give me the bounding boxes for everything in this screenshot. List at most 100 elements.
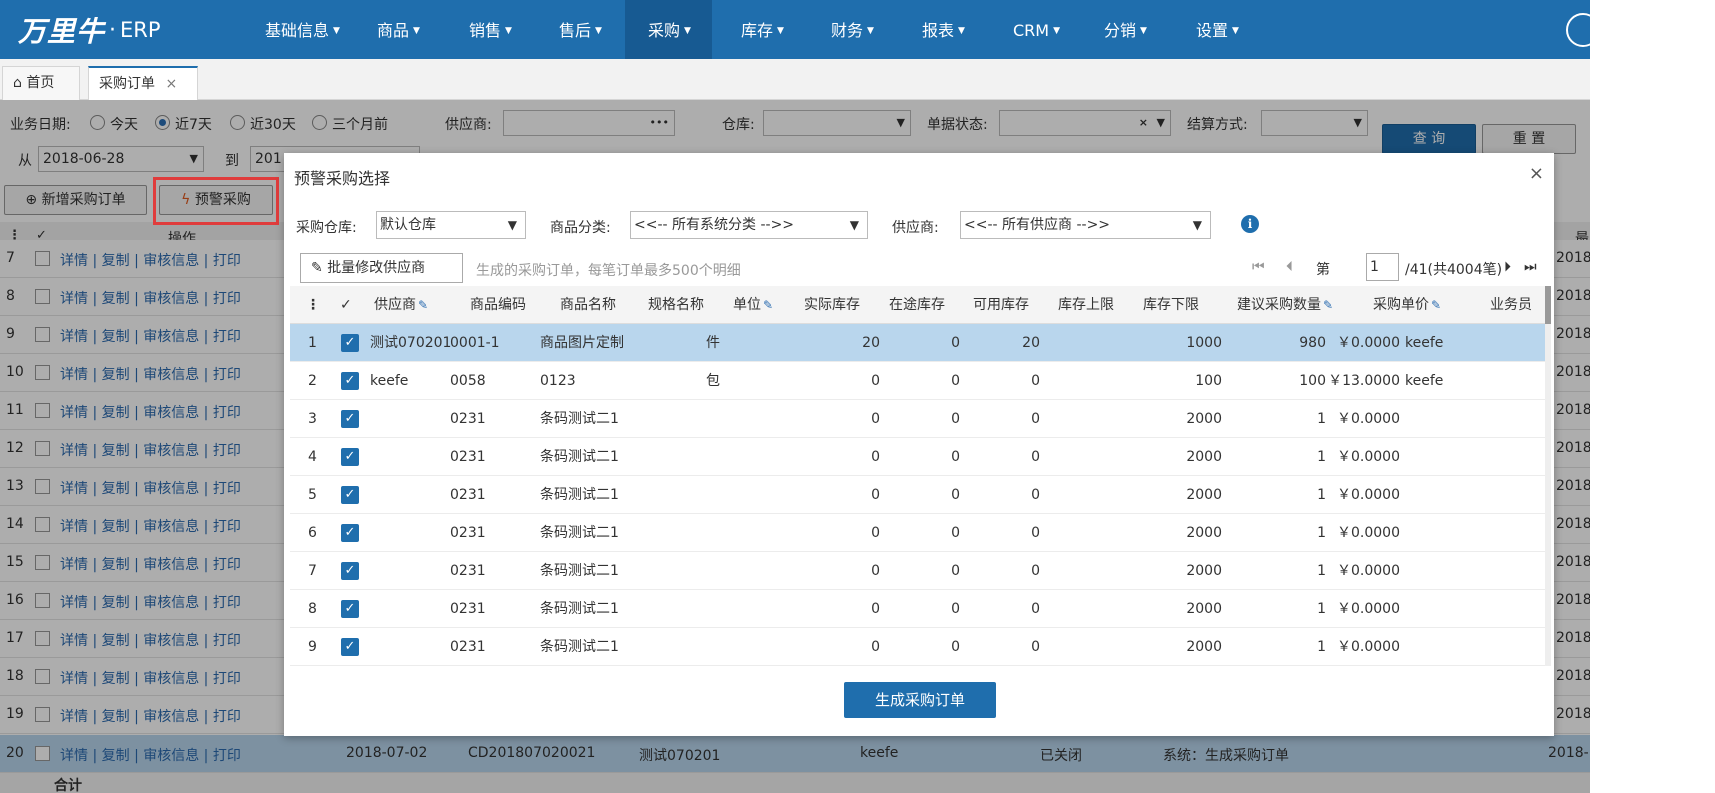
grid-scrollbar[interactable] [1545, 286, 1551, 666]
batch-edit-supplier-button[interactable]: ✎ 批量修改供应商 [300, 253, 463, 283]
category-select[interactable]: <<-- 所有系统分类 -->> ▼ [630, 211, 868, 239]
row-checkbox[interactable]: ✓ [341, 524, 359, 542]
cell-lower: 2000 [1186, 449, 1222, 465]
nav-after-sales[interactable]: 售后 ▼ [549, 0, 619, 59]
tab-purchase-order[interactable]: 采购订单 × [88, 66, 198, 100]
generate-purchase-order-button[interactable]: 生成采购订单 [844, 682, 996, 718]
row-checkbox[interactable]: ✓ [341, 448, 359, 466]
cell-lower: 2000 [1186, 487, 1222, 503]
cell-upper [1050, 514, 1130, 552]
grid-row[interactable]: 4 ✓ 0231 条码测试二1 0 0 0 2000 1 ￥0.0000 [290, 438, 1549, 476]
cell-price: ￥0.0000 [1337, 335, 1400, 351]
cell-code: 0058 [450, 373, 486, 389]
nav-reports[interactable]: 报表 ▼ [912, 0, 982, 59]
scrollbar-thumb[interactable] [1545, 286, 1551, 324]
row-number: 7 [308, 563, 317, 579]
tab-home[interactable]: ⌂ 首页 [2, 66, 80, 100]
nav-inventory[interactable]: 库存 ▼ [731, 0, 801, 59]
header-stock-upper: 库存上限 [1058, 297, 1114, 313]
next-page-icon[interactable]: ⏵ [1504, 259, 1511, 275]
nav-settings[interactable]: 设置 ▼ [1186, 0, 1256, 59]
app-logo[interactable]: 万里牛 · ERP [18, 10, 161, 50]
cell-suggest: 1 [1317, 601, 1326, 617]
row-number: 6 [308, 525, 317, 541]
row-checkbox[interactable]: ✓ [341, 562, 359, 580]
logo-brand: 万里牛 [18, 15, 106, 48]
cell-price: ￥0.0000 [1337, 449, 1400, 465]
cell-lower: 2000 [1186, 639, 1222, 655]
grid-row[interactable]: 8 ✓ 0231 条码测试二1 0 0 0 2000 1 ￥0.0000 [290, 590, 1549, 628]
cell-name: 条码测试二1 [540, 601, 619, 617]
grid-row[interactable]: 2 ✓ keefe 0058 0123 包 0 0 0 100 100 ￥13.0000 keefe [290, 362, 1549, 400]
nav-product[interactable]: 商品 ▼ [367, 0, 437, 59]
cell-actual: 0 [871, 487, 880, 503]
grid-row[interactable]: 1 ✓ 测试070201 0001-1 商品图片定制件 20 0 20 1000 980 ￥0.00… [290, 324, 1549, 362]
limit-hint: 生成的采购订单，每笔订单最多500个明细 [476, 263, 741, 279]
row-checkbox[interactable]: ✓ [341, 486, 359, 504]
cell-actual: 20 [862, 335, 880, 351]
cell-price: ￥0.0000 [1337, 411, 1400, 427]
edit-icon: ✎ [1323, 298, 1334, 312]
grid-row[interactable]: 6 ✓ 0231 条码测试二1 0 0 0 2000 1 ￥0.0000 [290, 514, 1549, 552]
row-checkbox[interactable]: ✓ [341, 372, 359, 390]
cell-suggest: 100 [1299, 373, 1326, 389]
purchase-warehouse-label: 采购仓库: [296, 220, 357, 236]
row-checkbox[interactable]: ✓ [341, 638, 359, 656]
cell-unit [706, 514, 766, 552]
purchase-warehouse-select[interactable]: 默认仓库 ▼ [376, 211, 526, 239]
header-transit-stock: 在途库存 [889, 297, 945, 313]
cell-code: 0231 [450, 449, 486, 465]
user-avatar-icon[interactable] [1566, 13, 1590, 47]
cell-salesman [1405, 476, 1485, 514]
header-stock-lower: 库存下限 [1143, 297, 1199, 313]
cell-name: 条码测试二1 [540, 411, 619, 427]
last-page-icon[interactable]: ⏭ [1524, 259, 1537, 275]
nav-sales[interactable]: 销售 ▼ [459, 0, 529, 59]
cell-code: 0231 [450, 601, 486, 617]
cell-actual: 0 [871, 525, 880, 541]
cell-available: 0 [1031, 373, 1040, 389]
cell-unit: 包 [706, 373, 720, 389]
cell-name: 商品图片定制 [540, 335, 624, 351]
nav-crm[interactable]: CRM ▼ [1003, 0, 1078, 59]
info-icon[interactable]: i [1241, 215, 1259, 233]
close-icon[interactable]: × [165, 76, 177, 92]
column-menu-icon[interactable]: ⋮ [306, 286, 320, 324]
cell-unit [706, 476, 766, 514]
row-number: 4 [308, 449, 317, 465]
cell-available: 0 [1031, 449, 1040, 465]
row-checkbox[interactable]: ✓ [341, 334, 359, 352]
grid-row[interactable]: 3 ✓ 0231 条码测试二1 0 0 0 2000 1 ￥0.0000 [290, 400, 1549, 438]
cell-actual: 0 [871, 639, 880, 655]
nav-finance[interactable]: 财务 ▼ [821, 0, 891, 59]
cell-name: 条码测试二1 [540, 563, 619, 579]
grid-row[interactable]: 5 ✓ 0231 条码测试二1 0 0 0 2000 1 ￥0.0000 [290, 476, 1549, 514]
row-checkbox[interactable]: ✓ [341, 410, 359, 428]
cell-name: 条码测试二1 [540, 449, 619, 465]
nav-distribution[interactable]: 分销 ▼ [1094, 0, 1164, 59]
cell-spec [630, 590, 710, 628]
cell-transit: 0 [951, 487, 960, 503]
warning-purchase-dialog: 预警采购选择 × 采购仓库: 默认仓库 ▼ 商品分类: <<-- 所有系统分类 … [284, 153, 1554, 736]
grid-row[interactable]: 7 ✓ 0231 条码测试二1 0 0 0 2000 1 ￥0.0000 [290, 552, 1549, 590]
chevron-down-icon: ▼ [684, 26, 691, 36]
header-name: 商品名称 [560, 297, 616, 313]
cell-upper [1050, 590, 1130, 628]
cell-salesman [1405, 514, 1485, 552]
row-checkbox[interactable]: ✓ [341, 600, 359, 618]
cell-spec [630, 438, 710, 476]
grid-row[interactable]: 9 ✓ 0231 条码测试二1 0 0 0 2000 1 ￥0.0000 [290, 628, 1549, 666]
dialog-title: 预警采购选择 [294, 169, 391, 188]
close-icon[interactable]: × [1529, 163, 1544, 184]
cell-available: 20 [1022, 335, 1040, 351]
page-number-input[interactable]: 1 [1366, 253, 1399, 281]
modal-supplier-select[interactable]: <<-- 所有供应商 -->> ▼ [960, 211, 1211, 239]
check-all-icon[interactable]: ✓ [340, 286, 352, 324]
first-page-icon[interactable]: ⏮ [1252, 259, 1265, 275]
nav-basic-info[interactable]: 基础信息 ▼ [253, 0, 355, 59]
nav-purchase[interactable]: 采购 ▼ [625, 0, 712, 59]
cell-suggest: 980 [1299, 335, 1326, 351]
cell-code: 0231 [450, 525, 486, 541]
header-unit: 单位 ✎ [733, 297, 774, 313]
prev-page-icon[interactable]: ⏴ [1286, 259, 1293, 275]
